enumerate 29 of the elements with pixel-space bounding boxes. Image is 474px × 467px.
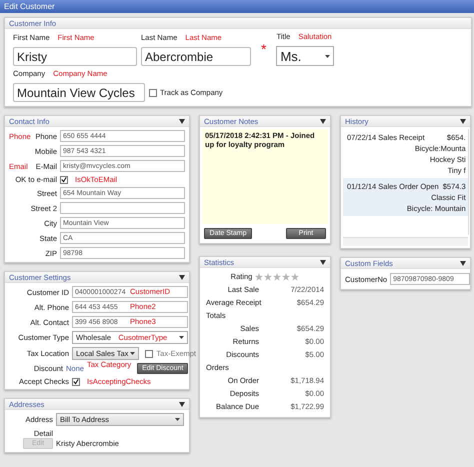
star-icon[interactable] (291, 272, 300, 280)
checkbox[interactable] (72, 378, 80, 386)
collapse-icon[interactable] (179, 274, 185, 280)
last-name-field[interactable]: Abercrombie (141, 47, 251, 66)
caret-icon (179, 336, 184, 339)
window-title: Edit Customer (0, 0, 474, 13)
required-mark: * (260, 41, 268, 57)
checkbox[interactable] (60, 176, 68, 184)
collapse-icon[interactable] (179, 402, 185, 406)
collapse-icon[interactable] (460, 118, 466, 124)
first-name-field[interactable]: Kristy (13, 47, 137, 66)
company-field[interactable]: Mountain View Cycles (13, 83, 145, 102)
scrollbar[interactable] (343, 237, 468, 246)
caret-icon (175, 418, 180, 421)
caret-icon (130, 352, 136, 355)
checkbox[interactable] (145, 350, 154, 358)
star-icon[interactable] (255, 272, 264, 280)
collapse-icon[interactable] (179, 118, 185, 124)
checkbox[interactable] (149, 88, 157, 96)
text-field[interactable] (60, 202, 185, 214)
collapse-icon[interactable] (320, 118, 326, 124)
star-icon[interactable] (273, 272, 282, 280)
collapse-icon[interactable] (320, 260, 326, 264)
scrollbar[interactable] (468, 129, 469, 235)
title-dropdown[interactable]: Ms. (276, 46, 334, 66)
caret-icon (325, 54, 330, 58)
star-icon[interactable] (264, 272, 272, 280)
collapse-icon[interactable] (460, 260, 466, 266)
star-icon[interactable] (282, 272, 290, 280)
